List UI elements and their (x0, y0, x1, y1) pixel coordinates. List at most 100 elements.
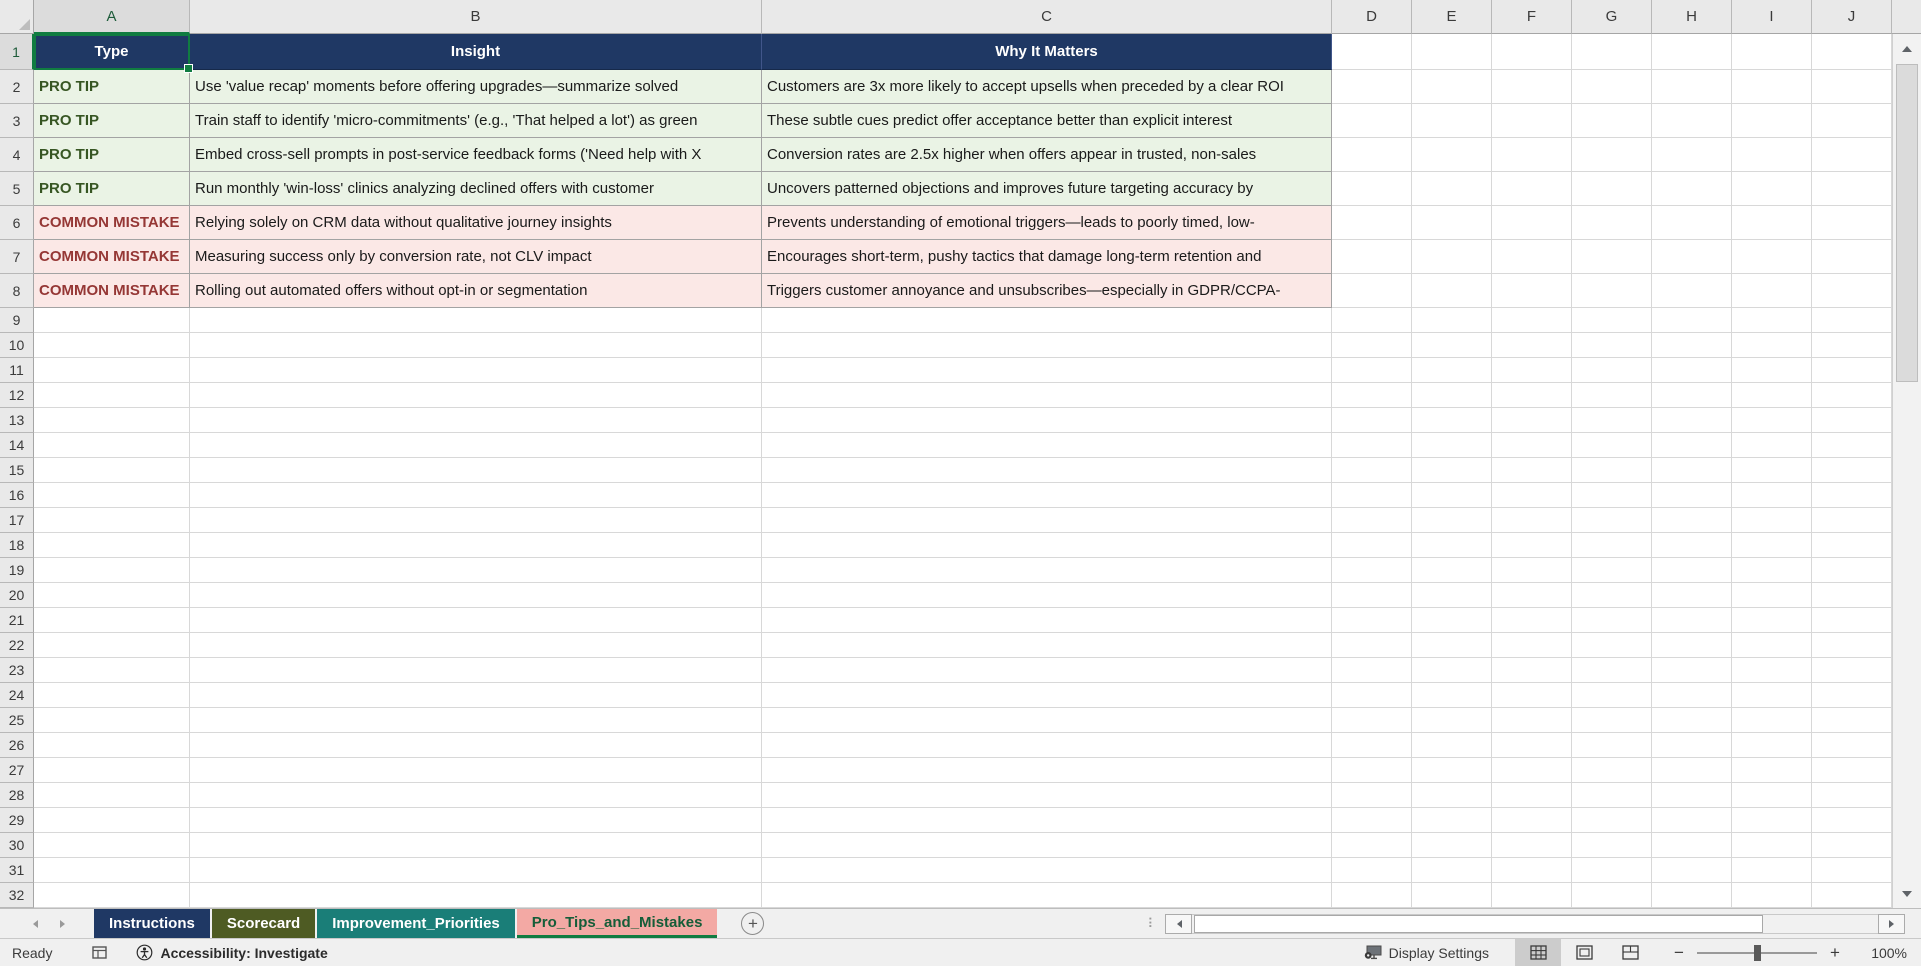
cell-I22[interactable] (1732, 633, 1812, 658)
cell-E13[interactable] (1412, 408, 1492, 433)
cell-J25[interactable] (1812, 708, 1892, 733)
cell-A15[interactable] (34, 458, 190, 483)
row-header-14[interactable]: 14 (0, 433, 34, 458)
cell-B16[interactable] (190, 483, 762, 508)
cell-H11[interactable] (1652, 358, 1732, 383)
cell-B19[interactable] (190, 558, 762, 583)
cell-H13[interactable] (1652, 408, 1732, 433)
cell-F29[interactable] (1492, 808, 1572, 833)
cell-I18[interactable] (1732, 533, 1812, 558)
cell-J5[interactable] (1812, 172, 1892, 206)
cell-I31[interactable] (1732, 858, 1812, 883)
cell-G13[interactable] (1572, 408, 1652, 433)
cell-I24[interactable] (1732, 683, 1812, 708)
cell-A9[interactable] (34, 308, 190, 333)
cell-G32[interactable] (1572, 883, 1652, 908)
cell-H28[interactable] (1652, 783, 1732, 808)
cell-H4[interactable] (1652, 138, 1732, 172)
row-header-29[interactable]: 29 (0, 808, 34, 833)
cell-E31[interactable] (1412, 858, 1492, 883)
cell-D17[interactable] (1332, 508, 1412, 533)
cell-H17[interactable] (1652, 508, 1732, 533)
vertical-scroll-thumb[interactable] (1896, 64, 1918, 382)
cell-J20[interactable] (1812, 583, 1892, 608)
cell-D21[interactable] (1332, 608, 1412, 633)
cell-J22[interactable] (1812, 633, 1892, 658)
cell-H2[interactable] (1652, 70, 1732, 104)
cell-D12[interactable] (1332, 383, 1412, 408)
row-header-23[interactable]: 23 (0, 658, 34, 683)
column-header-d[interactable]: D (1332, 0, 1412, 34)
cell-E23[interactable] (1412, 658, 1492, 683)
cell-J30[interactable] (1812, 833, 1892, 858)
cell-J14[interactable] (1812, 433, 1892, 458)
cell-B10[interactable] (190, 333, 762, 358)
cell-F18[interactable] (1492, 533, 1572, 558)
cell-J31[interactable] (1812, 858, 1892, 883)
cell-G11[interactable] (1572, 358, 1652, 383)
cell-J13[interactable] (1812, 408, 1892, 433)
cell-B22[interactable] (190, 633, 762, 658)
row-header-3[interactable]: 3 (0, 104, 34, 138)
cell-E22[interactable] (1412, 633, 1492, 658)
cell-I9[interactable] (1732, 308, 1812, 333)
cell-H8[interactable] (1652, 274, 1732, 308)
cell-E18[interactable] (1412, 533, 1492, 558)
cell-F15[interactable] (1492, 458, 1572, 483)
cell-B2[interactable]: Use 'value recap' moments before offerin… (190, 70, 762, 104)
cell-J8[interactable] (1812, 274, 1892, 308)
cell-J7[interactable] (1812, 240, 1892, 274)
cell-G2[interactable] (1572, 70, 1652, 104)
zoom-in-button[interactable] (1825, 943, 1845, 963)
cell-D4[interactable] (1332, 138, 1412, 172)
cell-H31[interactable] (1652, 858, 1732, 883)
cell-A6[interactable]: COMMON MISTAKE (34, 206, 190, 240)
cell-D20[interactable] (1332, 583, 1412, 608)
cell-F23[interactable] (1492, 658, 1572, 683)
cell-I3[interactable] (1732, 104, 1812, 138)
cell-B14[interactable] (190, 433, 762, 458)
cell-G17[interactable] (1572, 508, 1652, 533)
row-header-6[interactable]: 6 (0, 206, 34, 240)
cell-C25[interactable] (762, 708, 1332, 733)
cell-F11[interactable] (1492, 358, 1572, 383)
cell-C24[interactable] (762, 683, 1332, 708)
cell-E15[interactable] (1412, 458, 1492, 483)
row-header-7[interactable]: 7 (0, 240, 34, 274)
cell-D9[interactable] (1332, 308, 1412, 333)
cell-C30[interactable] (762, 833, 1332, 858)
cell-E17[interactable] (1412, 508, 1492, 533)
cell-I26[interactable] (1732, 733, 1812, 758)
cell-H14[interactable] (1652, 433, 1732, 458)
scroll-down-button[interactable] (1893, 880, 1921, 908)
cell-C14[interactable] (762, 433, 1332, 458)
cell-F22[interactable] (1492, 633, 1572, 658)
cell-F21[interactable] (1492, 608, 1572, 633)
row-header-32[interactable]: 32 (0, 883, 34, 908)
row-header-11[interactable]: 11 (0, 358, 34, 383)
cell-C2[interactable]: Customers are 3x more likely to accept u… (762, 70, 1332, 104)
row-header-10[interactable]: 10 (0, 333, 34, 358)
cell-D1[interactable] (1332, 34, 1412, 70)
cell-F13[interactable] (1492, 408, 1572, 433)
cell-G8[interactable] (1572, 274, 1652, 308)
cell-E19[interactable] (1412, 558, 1492, 583)
cell-J15[interactable] (1812, 458, 1892, 483)
cell-A11[interactable] (34, 358, 190, 383)
cell-D5[interactable] (1332, 172, 1412, 206)
cell-C23[interactable] (762, 658, 1332, 683)
cell-C10[interactable] (762, 333, 1332, 358)
cell-G26[interactable] (1572, 733, 1652, 758)
cell-G23[interactable] (1572, 658, 1652, 683)
cell-A17[interactable] (34, 508, 190, 533)
cell-A21[interactable] (34, 608, 190, 633)
cell-I23[interactable] (1732, 658, 1812, 683)
cell-G6[interactable] (1572, 206, 1652, 240)
column-header-h[interactable]: H (1652, 0, 1732, 34)
cell-I10[interactable] (1732, 333, 1812, 358)
cell-B15[interactable] (190, 458, 762, 483)
cell-A2[interactable]: PRO TIP (34, 70, 190, 104)
cell-D29[interactable] (1332, 808, 1412, 833)
zoom-out-button[interactable] (1669, 943, 1689, 963)
cell-D23[interactable] (1332, 658, 1412, 683)
